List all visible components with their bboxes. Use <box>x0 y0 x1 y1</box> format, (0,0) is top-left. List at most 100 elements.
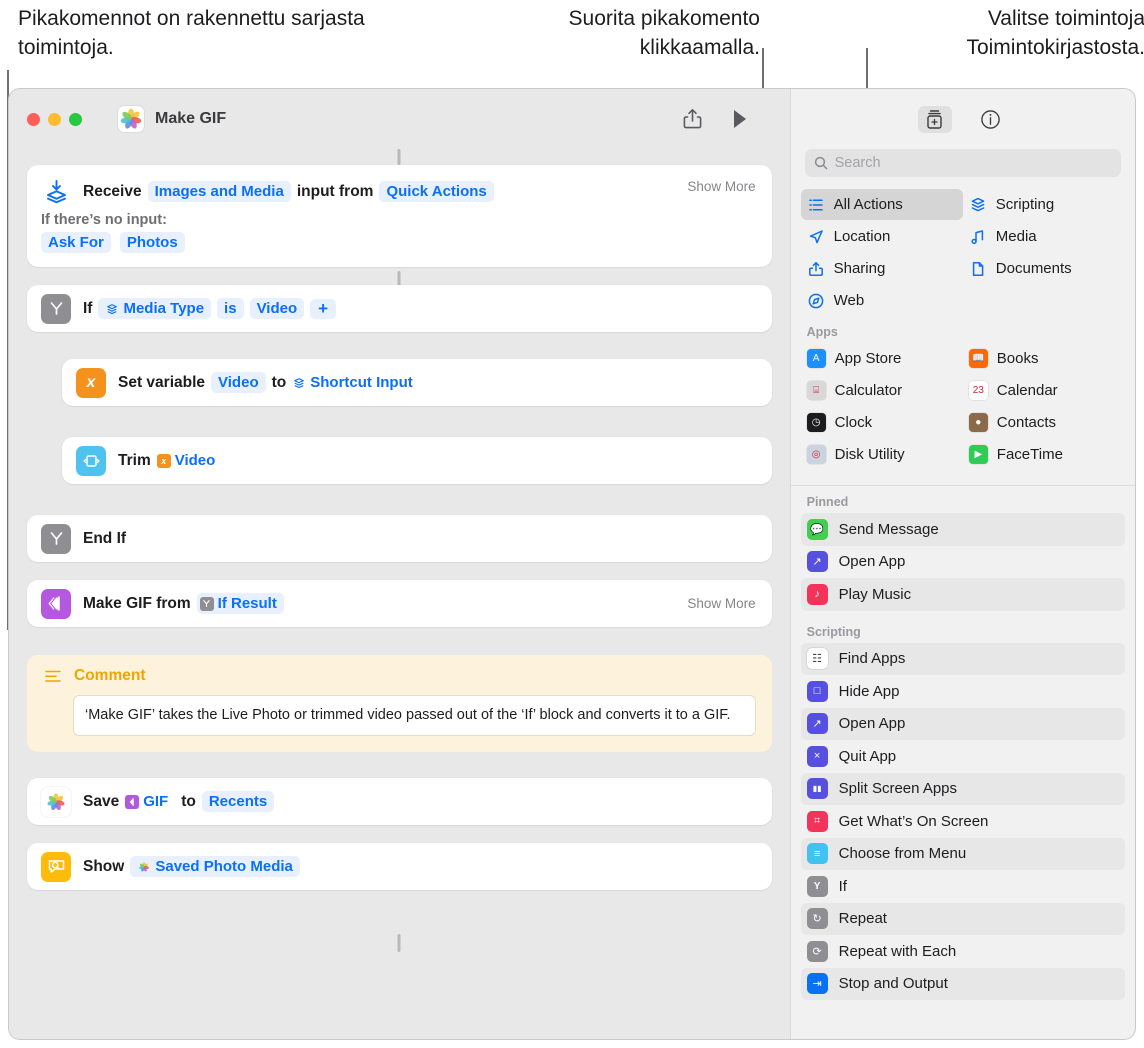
library-category-web[interactable]: Web <box>801 285 963 316</box>
run-play-icon[interactable] <box>732 109 748 129</box>
library-action-hide-app[interactable]: □ Hide App <box>801 675 1125 708</box>
library-action-label: Open App <box>838 715 906 733</box>
library-app-clock[interactable]: ◷ Clock <box>801 407 963 438</box>
library-category-scripting[interactable]: Scripting <box>963 189 1125 220</box>
library-category-location[interactable]: Location <box>801 221 963 252</box>
library-action-label: Play Music <box>838 585 912 603</box>
token-trim-video[interactable]: x Video <box>156 450 223 471</box>
add-condition-button[interactable]: + <box>310 298 337 319</box>
if-branch-icon <box>199 596 214 611</box>
token-if-result[interactable]: If Result <box>196 593 284 614</box>
action-show[interactable]: Show Saved Photo Media <box>27 843 772 890</box>
token-variable-name[interactable]: Video <box>211 372 266 393</box>
make-gif-icon <box>125 794 140 809</box>
action-if[interactable]: If Media Type is Video + <box>27 285 772 332</box>
library-app-contacts[interactable]: ● Contacts <box>963 407 1125 438</box>
magic-variable-icon <box>105 302 119 316</box>
receive-text: Receive Images and Media input from Quic… <box>83 181 494 202</box>
library-action-open-app[interactable]: ↗ Open App <box>800 707 1125 740</box>
action-receive[interactable]: Receive Images and Media input from Quic… <box>27 165 772 267</box>
action-end-if[interactable]: End If <box>27 515 772 562</box>
show-more-make-gif[interactable]: Show More <box>687 596 755 611</box>
menu-icon: ≡ <box>806 843 828 865</box>
quick-look-icon <box>41 851 71 882</box>
library-category-label: Sharing <box>833 260 886 277</box>
library-action-quit-app[interactable]: × Quit App <box>801 740 1125 773</box>
open-app-icon: ↗ <box>806 551 828 573</box>
zoom-button[interactable] <box>69 112 82 126</box>
library-action-play-music[interactable]: ♪ Play Music <box>800 578 1125 611</box>
show-more-receive[interactable]: Show More <box>687 179 755 194</box>
library-category-documents[interactable]: Documents <box>963 253 1125 284</box>
token-ask-for[interactable]: Ask For <box>41 232 111 253</box>
window-toolbar <box>683 108 772 130</box>
library-category-media[interactable]: Media <box>963 221 1125 252</box>
comment-icon <box>43 669 63 684</box>
library-action-get-what-s-on-screen[interactable]: ⌗ Get What’s On Screen <box>801 805 1125 838</box>
library-category-all-actions[interactable]: All Actions <box>800 189 963 220</box>
comment-body-text[interactable]: ‘Make GIF’ takes the Live Photo or trimm… <box>73 695 756 736</box>
action-save[interactable]: Save GIF to Recents <box>27 778 772 825</box>
find-apps-icon: ☷ <box>806 648 828 670</box>
library-action-label: Hide App <box>838 682 900 700</box>
library-action-if[interactable]: Y If <box>801 870 1125 903</box>
minimize-button[interactable] <box>48 112 61 126</box>
action-trim[interactable]: Trim x Video <box>62 437 772 484</box>
action-set-variable[interactable]: x Set variable Video to Shortcut Input <box>62 359 772 406</box>
library-action-label: If <box>838 877 847 895</box>
variable-icon: x <box>76 367 106 398</box>
token-photos[interactable]: Photos <box>119 232 185 253</box>
action-make-gif[interactable]: Make GIF from If Result Show More <box>27 580 772 627</box>
books-icon: 📖 <box>968 349 988 368</box>
token-images-and-media[interactable]: Images and Media <box>147 181 291 202</box>
document-icon <box>969 261 987 277</box>
photos-icon <box>137 860 151 874</box>
share-icon[interactable] <box>683 108 702 130</box>
action-library-icon[interactable] <box>917 105 952 133</box>
info-icon[interactable] <box>974 106 1008 133</box>
token-shortcut-input[interactable]: Shortcut Input <box>292 372 419 393</box>
library-action-label: Send Message <box>838 520 939 538</box>
library-app-app-store[interactable]: A App Store <box>801 343 963 374</box>
library-action-repeat[interactable]: ↻ Repeat <box>800 902 1125 935</box>
close-button[interactable] <box>27 112 40 126</box>
library-action-stop-and-output[interactable]: ⇥ Stop and Output <box>800 967 1125 1000</box>
token-gif[interactable]: GIF <box>125 791 175 812</box>
editor-pane: Make GIF Receive Images and Media input … <box>9 89 790 1039</box>
flow-connector <box>397 934 401 952</box>
library-app-calculator[interactable]: ⌸ Calculator <box>801 375 963 406</box>
apps-grid: A App Store 📖 Books ⌸ Calculator 23 Calendar ◷ Cl… <box>791 343 1135 470</box>
search-input[interactable] <box>834 155 1112 171</box>
disk-utility-icon: ◎ <box>806 445 826 464</box>
if-branch-icon: Y <box>806 875 828 897</box>
library-category-sharing[interactable]: Sharing <box>801 253 963 284</box>
library-action-label: Stop and Output <box>838 975 948 993</box>
action-comment[interactable]: Comment ‘Make GIF’ takes the Live Photo … <box>27 655 772 752</box>
comment-header: Comment <box>43 667 756 685</box>
pinned-list: 💬 Send Message ↗ Open App ♪ Play Music <box>800 513 1125 611</box>
library-action-send-message[interactable]: 💬 Send Message <box>800 513 1125 546</box>
search-bar[interactable] <box>804 149 1121 177</box>
calendar-icon: 23 <box>968 381 988 400</box>
token-recents[interactable]: Recents <box>201 791 275 812</box>
library-action-find-apps[interactable]: ☷ Find Apps <box>800 642 1125 675</box>
token-shortcut-input-label: Shortcut Input <box>310 374 413 391</box>
token-video[interactable]: Video <box>249 298 305 319</box>
scripting-list: ☷ Find Apps □ Hide App ↗ Open App × Quit App ▮▮ S… <box>800 642 1125 1000</box>
library-app-disk-utility[interactable]: ◎ Disk Utility <box>801 439 963 470</box>
token-quick-actions[interactable]: Quick Actions <box>379 181 494 202</box>
library-action-split-screen-apps[interactable]: ▮▮ Split Screen Apps <box>800 772 1125 805</box>
token-media-type[interactable]: Media Type <box>98 298 212 319</box>
library-action-label: Repeat with Each <box>838 942 957 960</box>
library-app-calendar[interactable]: 23 Calendar <box>963 375 1125 406</box>
location-icon <box>807 229 825 245</box>
library-action-choose-from-menu[interactable]: ≡ Choose from Menu <box>800 837 1125 870</box>
library-app-facetime[interactable]: ▶ FaceTime <box>963 439 1125 470</box>
token-is[interactable]: is <box>217 298 244 319</box>
library-action-repeat-with-each[interactable]: ⟳ Repeat with Each <box>801 935 1125 968</box>
library-app-books[interactable]: 📖 Books <box>963 343 1125 374</box>
token-saved-photo-media[interactable]: Saved Photo Media <box>130 856 300 877</box>
messages-icon: 💬 <box>806 518 828 540</box>
library-app-label: Calculator <box>834 382 903 399</box>
library-action-open-app[interactable]: ↗ Open App <box>801 546 1125 579</box>
